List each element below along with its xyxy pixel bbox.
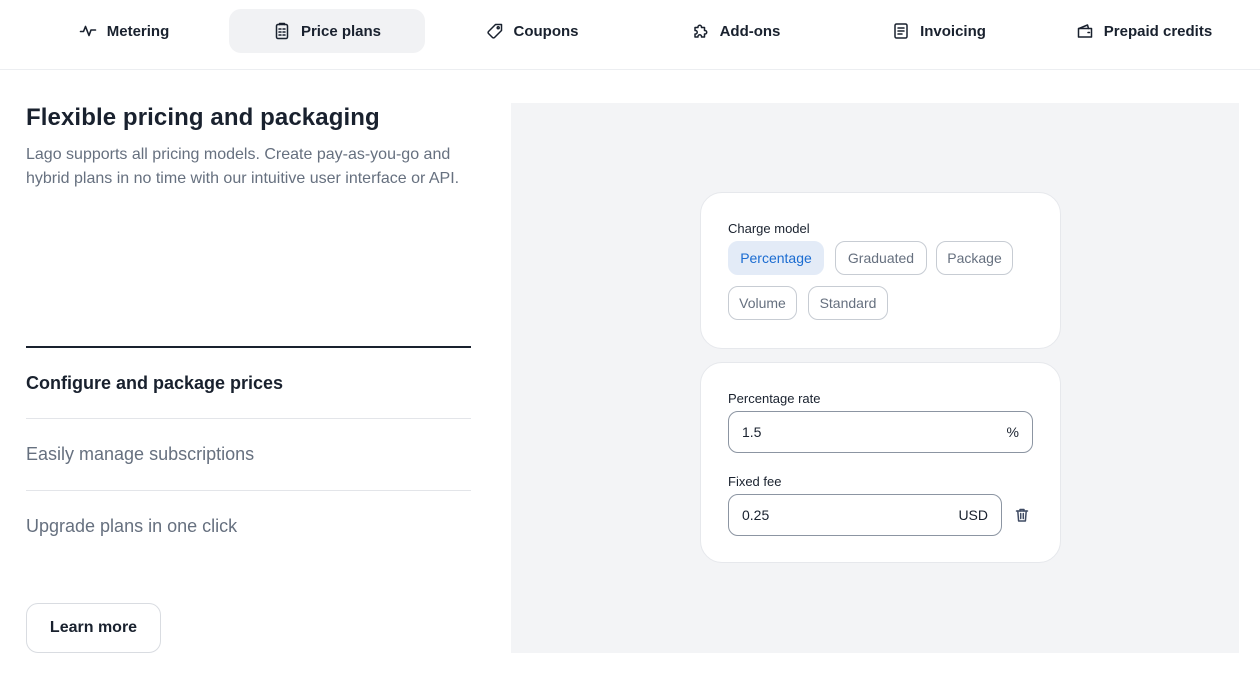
percentage-rate-input[interactable]: 1.5 % [728, 411, 1033, 453]
tab-label: Price plans [300, 22, 382, 40]
tag-icon [486, 23, 502, 39]
pulse-icon [79, 25, 97, 37]
feature-item-configure-prices[interactable]: Configure and package prices [26, 346, 471, 418]
percentage-rate-value: 1.5 [742, 424, 762, 440]
tab-label: Prepaid credits [1103, 22, 1213, 40]
section-description: Lago supports all pricing models. Create… [26, 146, 460, 187]
tab-metering[interactable]: Metering [26, 9, 222, 53]
clipboard-icon [275, 22, 289, 40]
chip-standard[interactable]: Standard [808, 286, 888, 320]
tab-invoicing[interactable]: Invoicing [841, 9, 1037, 53]
learn-more-button[interactable]: Learn more [26, 603, 161, 653]
chip-volume[interactable]: Volume [728, 286, 797, 320]
tab-label: Metering [106, 22, 170, 40]
preview-panel: Charge model Percentage Graduated Packag… [511, 103, 1239, 653]
charge-model-label: Charge model [728, 221, 810, 236]
section-title: Flexible pricing and packaging [26, 104, 380, 131]
tab-label: Add-ons [719, 22, 781, 40]
tab-label: Invoicing [920, 22, 986, 40]
feature-item-manage-subscriptions[interactable]: Easily manage subscriptions [26, 418, 471, 490]
feature-label: Upgrade plans in one click [26, 516, 238, 536]
feature-item-upgrade-plans[interactable]: Upgrade plans in one click [26, 490, 471, 562]
puzzle-icon [693, 24, 708, 38]
fixed-fee-value: 0.25 [742, 507, 770, 523]
document-icon [894, 23, 908, 39]
wallet-icon [1077, 24, 1093, 38]
chip-percentage[interactable]: Percentage [728, 241, 824, 275]
charge-model-card: Charge model Percentage Graduated Packag… [700, 192, 1061, 349]
tab-add-ons[interactable]: Add-ons [638, 9, 834, 53]
feature-label: Configure and package prices [26, 373, 284, 393]
percentage-rate-suffix: % [1006, 424, 1019, 440]
tab-coupons[interactable]: Coupons [432, 9, 632, 53]
percentage-rate-label: Percentage rate [728, 391, 821, 406]
feature-tabs: Metering Price plans Coupons Add-ons Inv… [0, 0, 1260, 70]
fixed-fee-input[interactable]: 0.25 USD [728, 494, 1002, 536]
fixed-fee-currency: USD [958, 507, 988, 523]
chip-package[interactable]: Package [936, 241, 1013, 275]
trash-icon[interactable] [1014, 507, 1030, 523]
tab-price-plans[interactable]: Price plans [229, 9, 425, 53]
pricing-fields-card: Percentage rate 1.5 % Fixed fee 0.25 USD [700, 362, 1061, 563]
tab-prepaid-credits[interactable]: Prepaid credits [1046, 9, 1242, 53]
feature-label: Easily manage subscriptions [26, 444, 255, 464]
fixed-fee-label: Fixed fee [728, 474, 782, 489]
chip-graduated[interactable]: Graduated [835, 241, 927, 275]
tab-label: Coupons [513, 22, 579, 40]
